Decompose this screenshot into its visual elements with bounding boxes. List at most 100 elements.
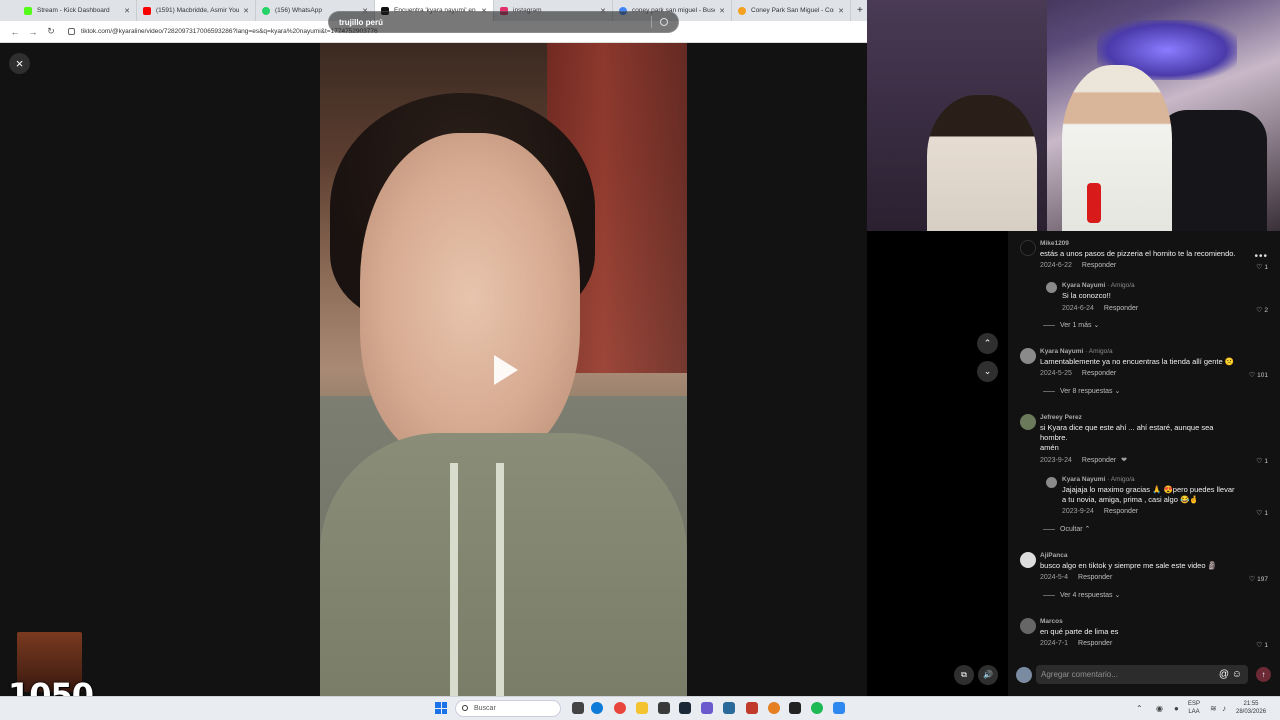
microphone-icon[interactable]: ●: [1174, 704, 1179, 713]
avatar[interactable]: [1020, 348, 1036, 364]
reload-icon[interactable]: ↻: [42, 26, 60, 37]
comment-username[interactable]: Kyara Nayumi · Amigo/a: [1062, 476, 1135, 483]
steam-icon[interactable]: [679, 702, 691, 714]
comment-meta: 2023-9-24 Responder ❤: [1040, 457, 1128, 464]
back-icon[interactable]: ←: [6, 27, 24, 37]
like-button[interactable]: ♡ 101: [1249, 371, 1268, 379]
view-replies-button[interactable]: Ver 4 respuestas ⌄: [1043, 591, 1120, 599]
volume-icon: 🔊: [983, 670, 993, 679]
app-icon[interactable]: [746, 702, 758, 714]
avatar: [1016, 667, 1032, 683]
avatar[interactable]: [1046, 477, 1057, 488]
avatar[interactable]: [1020, 618, 1036, 634]
more-options-icon[interactable]: •••: [1254, 251, 1268, 262]
comment-text: Si la conozco!!: [1062, 291, 1111, 300]
language-indicator[interactable]: ESP LAA: [1188, 700, 1200, 716]
send-comment-button[interactable]: ↑: [1256, 667, 1271, 682]
search-icon[interactable]: [660, 18, 668, 26]
comment-username[interactable]: Kyara Nayumi · Amigo/a: [1062, 282, 1135, 289]
chrome-icon[interactable]: [614, 702, 626, 714]
wifi-icon[interactable]: ≋: [1210, 704, 1217, 713]
like-button[interactable]: ♡ 1: [1256, 457, 1268, 465]
tab-kick[interactable]: Stream - Kick Dashboard ✕: [18, 0, 137, 21]
comment-username[interactable]: AjiPanca: [1040, 552, 1067, 559]
webcam-person-right: [1062, 65, 1172, 231]
edge-icon[interactable]: [591, 702, 603, 714]
heart-icon: ♡: [1256, 458, 1263, 465]
reply-button[interactable]: Responder: [1082, 262, 1116, 269]
comment-input[interactable]: Agregar comentario... @ ☺: [1036, 665, 1248, 684]
comment-input-row: Agregar comentario... @ ☺ ↑: [1008, 660, 1280, 692]
like-button[interactable]: ♡ 1: [1256, 509, 1268, 517]
comment-text: en qué parte de lima es: [1040, 627, 1119, 636]
like-button[interactable]: ♡ 197: [1249, 575, 1268, 583]
tiktok-video-page: ×: [0, 43, 867, 696]
heart-icon: ♡: [1256, 642, 1263, 649]
avatar[interactable]: [1020, 414, 1036, 430]
spotify-icon[interactable]: [811, 702, 823, 714]
comment-text-line2: a tu novia, amiga, prima , casi algo 😂🤞: [1062, 495, 1199, 504]
creator-liked-icon: ❤: [1121, 457, 1128, 464]
reply-button[interactable]: Responder: [1082, 370, 1116, 377]
close-tab-icon[interactable]: ✕: [838, 7, 844, 15]
windows-start-icon[interactable]: [435, 702, 447, 714]
file-explorer-icon[interactable]: [636, 702, 648, 714]
comment-username[interactable]: Jefreey Perez: [1040, 414, 1082, 421]
volume-button[interactable]: 🔊: [978, 665, 998, 685]
play-icon[interactable]: [494, 355, 518, 385]
site-info-icon[interactable]: [68, 28, 75, 35]
reply-button[interactable]: Responder: [1082, 457, 1116, 464]
youtube-icon: [143, 6, 151, 15]
app-icon[interactable]: [723, 702, 735, 714]
webcam-bottle: [1087, 183, 1101, 223]
heart-icon: ♡: [1256, 307, 1263, 314]
close-tab-icon[interactable]: ✕: [243, 7, 249, 15]
avatar[interactable]: [1020, 240, 1036, 256]
tab-youtube[interactable]: (1591) Macbridde, Asmir Young ✕: [137, 0, 256, 21]
input-icons: @ ☺: [1219, 665, 1242, 684]
comment-username[interactable]: Mike1209: [1040, 240, 1069, 247]
taskbar-search[interactable]: Buscar: [455, 700, 561, 717]
like-button[interactable]: ♡ 2: [1256, 306, 1268, 314]
avatar[interactable]: [1020, 552, 1036, 568]
next-video-button[interactable]: ⌄: [977, 361, 998, 382]
network-icon[interactable]: ◉: [1156, 704, 1163, 713]
search-icon: [462, 705, 468, 711]
reply-button[interactable]: Responder: [1104, 305, 1138, 312]
app-icon[interactable]: [833, 702, 845, 714]
forward-icon[interactable]: →: [24, 27, 42, 37]
mention-icon[interactable]: @: [1219, 669, 1229, 680]
clock[interactable]: 21:55 28/03/2026: [1236, 700, 1266, 716]
divider-line: [1043, 594, 1055, 596]
reply-button[interactable]: Responder: [1078, 574, 1112, 581]
new-tab-button[interactable]: +: [857, 5, 863, 16]
comment-text: Jajajaja lo maximo gracias 🙏 😍pero puede…: [1062, 485, 1235, 494]
view-replies-button[interactable]: Ver 8 respuestas ⌄: [1043, 387, 1120, 395]
hide-replies-button[interactable]: Ocultar ⌃: [1043, 525, 1090, 533]
app-icon[interactable]: [658, 702, 670, 714]
terminal-icon[interactable]: [789, 702, 801, 714]
close-tab-icon[interactable]: ✕: [719, 7, 725, 15]
close-tab-icon[interactable]: ✕: [124, 7, 130, 15]
reply-button[interactable]: Responder: [1078, 640, 1112, 647]
search-input[interactable]: trujillo perú: [339, 18, 651, 27]
chevron-up-icon[interactable]: ⌃: [1136, 704, 1143, 713]
previous-video-button[interactable]: ⌃: [977, 333, 998, 354]
avatar[interactable]: [1046, 282, 1057, 293]
app-icon[interactable]: [701, 702, 713, 714]
like-button[interactable]: ♡ 1: [1256, 641, 1268, 649]
view-more-replies-button[interactable]: Ver 1 más ⌄: [1043, 321, 1099, 329]
close-video-button[interactable]: ×: [9, 53, 30, 74]
pip-button[interactable]: ⧉: [954, 665, 974, 685]
emoji-icon[interactable]: ☺: [1232, 669, 1242, 680]
comment-username[interactable]: Marcos: [1040, 618, 1063, 625]
tab-coney[interactable]: Coney Park San Miguel - Coney✕: [732, 0, 851, 21]
reply-button[interactable]: Responder: [1104, 508, 1138, 515]
volume-icon[interactable]: ♪: [1222, 704, 1226, 713]
app-icon[interactable]: [768, 702, 780, 714]
like-button[interactable]: ♡ 1: [1256, 263, 1268, 271]
search-bar[interactable]: trujillo perú: [328, 11, 679, 33]
comments-panel: Mike1209 estás a unos pasos de pizzeria …: [1008, 231, 1280, 696]
task-view-icon[interactable]: [572, 702, 584, 714]
comment-username[interactable]: Kyara Nayumi · Amigo/a: [1040, 348, 1113, 355]
